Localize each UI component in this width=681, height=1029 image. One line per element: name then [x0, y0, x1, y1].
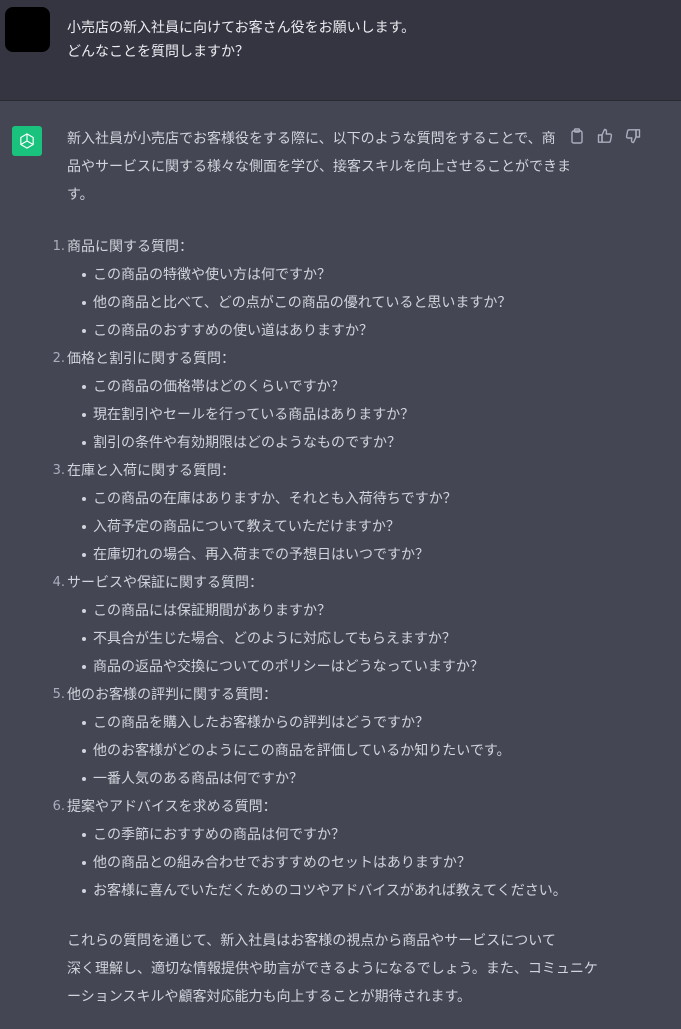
assistant-message-row: 新入社員が小売店でお客様役をする際に、以下のような質問をすることで、商 品やサー…	[0, 101, 681, 1029]
list-item: 入荷予定の商品について教えていただけますか？	[67, 513, 567, 541]
user-message-text: 小売店の新入社員に向けてお客さん役をお願いします。 どんなことを質問しますか？	[67, 16, 627, 64]
section-number: 3.	[52, 463, 65, 478]
list-item: この商品の特徴や使い方は何ですか？	[67, 261, 567, 289]
section-number: 2.	[52, 351, 65, 366]
section-title-text: 在庫と入荷に関する質問：	[67, 463, 235, 479]
outro-line: ーションスキルや顧客対応能力も向上することが期待されます。	[67, 989, 472, 1005]
question-list: 1. 商品に関する質問： この商品の特徴や使い方は何ですか？ 他の商品と比べて、…	[53, 233, 567, 905]
section-title-text: 他のお客様の評判に関する質問：	[67, 687, 277, 703]
thumbs-down-icon[interactable]	[624, 127, 642, 145]
section-title-text: 商品に関する質問：	[67, 239, 193, 255]
openai-logo-icon	[12, 126, 42, 156]
section-title-text: サービスや保証に関する質問：	[67, 575, 263, 591]
section-title-text: 価格と割引に関する質問：	[67, 351, 235, 367]
user-message-row: 小売店の新入社員に向けてお客さん役をお願いします。 どんなことを質問しますか？	[0, 0, 681, 101]
section-title: 4. サービスや保証に関する質問：	[53, 569, 567, 597]
section-title: 5. 他のお客様の評判に関する質問：	[53, 681, 567, 709]
section-title-text: 提案やアドバイスを求める質問：	[67, 799, 277, 815]
intro-line: す。	[67, 187, 94, 203]
list-item: この商品には保証期間がありますか？	[67, 597, 567, 625]
section-number: 4.	[52, 575, 65, 590]
user-avatar	[5, 7, 50, 52]
clipboard-icon[interactable]	[568, 127, 586, 145]
list-item: お客様に喜んでいただくためのコツやアドバイスがあれば教えてください。	[67, 877, 567, 905]
list-item: この商品のおすすめの使い道はありますか？	[67, 317, 567, 345]
outro-line: 深く理解し、適切な情報提供や助言ができるようになるでしょう。また、コミュニケ	[67, 961, 598, 977]
user-message-line: どんなことを質問しますか？	[67, 44, 249, 60]
list-item: 他の商品との組み合わせでおすすめのセットはありますか？	[67, 849, 567, 877]
section-title: 6. 提案やアドバイスを求める質問：	[53, 793, 567, 821]
message-actions	[568, 126, 648, 146]
outro-line: これらの質問を通じて、新入社員はお客様の視点から商品やサービスについて	[67, 933, 556, 949]
section-number: 1.	[52, 239, 65, 254]
section-number: 6.	[52, 799, 65, 814]
assistant-message-content: 新入社員が小売店でお客様役をする際に、以下のような質問をすることで、商 品やサー…	[53, 125, 598, 1011]
list-item: 他のお客様がどのようにこの商品を評価しているか知りたいです。	[67, 737, 567, 765]
thumbs-up-icon[interactable]	[596, 127, 614, 145]
list-item: この商品を購入したお客様からの評判はどうですか？	[67, 709, 567, 737]
list-item: 現在割引やセールを行っている商品はありますか？	[67, 401, 567, 429]
intro-paragraph: 新入社員が小売店でお客様役をする際に、以下のような質問をすることで、商 品やサー…	[67, 125, 571, 209]
list-item: 商品の返品や交換についてのポリシーはどうなっていますか？	[67, 653, 567, 681]
user-message-line: 小売店の新入社員に向けてお客さん役をお願いします。	[67, 20, 416, 36]
section-title: 2. 価格と割引に関する質問：	[53, 345, 567, 373]
list-item: この商品の在庫はありますか、それとも入荷待ちですか？	[67, 485, 567, 513]
section-title: 1. 商品に関する質問：	[53, 233, 567, 261]
section-number: 5.	[52, 687, 65, 702]
intro-line: 品やサービスに関する様々な側面を学び、接客スキルを向上させることができま	[67, 159, 571, 175]
list-item: この商品の価格帯はどのくらいですか？	[67, 373, 567, 401]
list-item: この季節におすすめの商品は何ですか？	[67, 821, 567, 849]
list-item: 割引の条件や有効期限はどのようなものですか？	[67, 429, 567, 457]
list-item: 不具合が生じた場合、どのように対応してもらえますか？	[67, 625, 567, 653]
section-title: 3. 在庫と入荷に関する質問：	[53, 457, 567, 485]
list-item: 在庫切れの場合、再入荷までの予想日はいつですか？	[67, 541, 567, 569]
list-item: 一番人気のある商品は何ですか？	[67, 765, 567, 793]
intro-line: 新入社員が小売店でお客様役をする際に、以下のような質問をすることで、商	[67, 131, 556, 147]
list-item: 他の商品と比べて、どの点がこの商品の優れていると思いますか？	[67, 289, 567, 317]
outro-paragraph: これらの質問を通じて、新入社員はお客様の視点から商品やサービスについて 深く理解…	[67, 927, 598, 1011]
